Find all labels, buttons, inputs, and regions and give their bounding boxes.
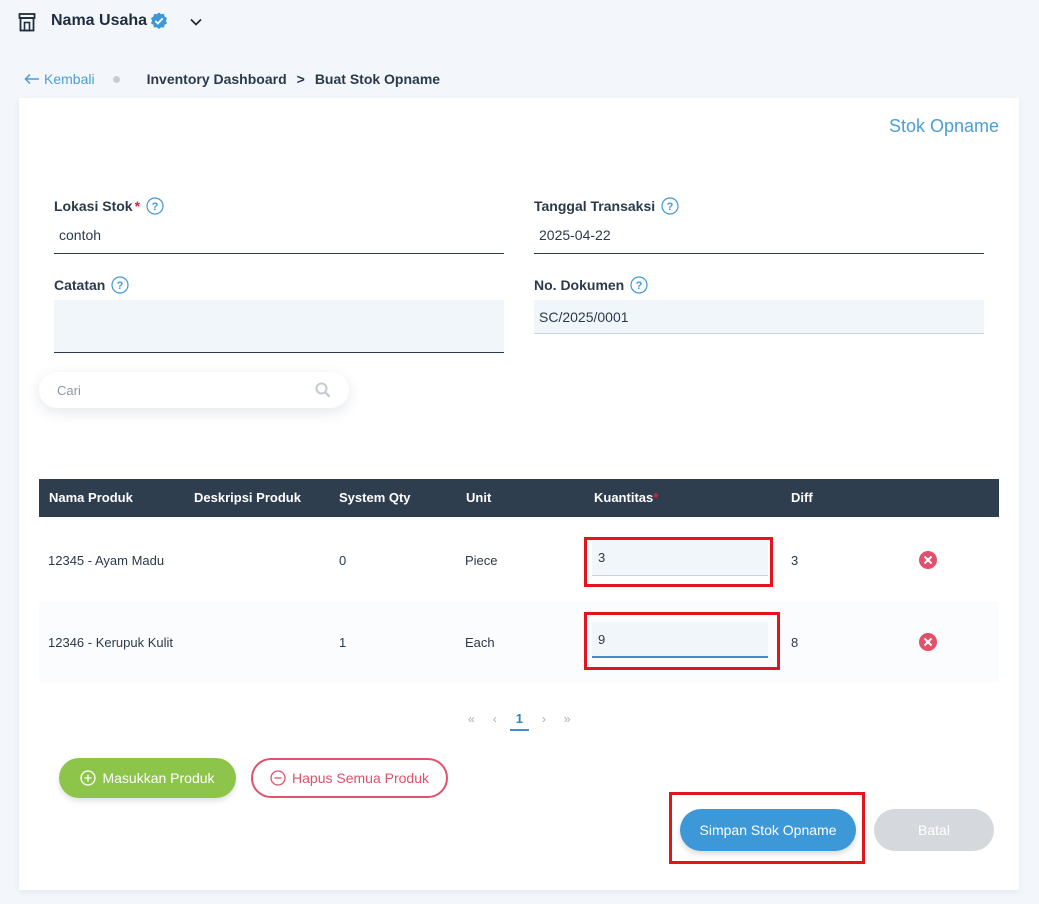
back-link[interactable]: Kembali	[24, 71, 95, 87]
tanggal-label: Tanggal Transaksi ?	[534, 197, 679, 215]
cell-system-qty: 0	[339, 553, 347, 568]
search-placeholder: Cari	[57, 382, 81, 398]
top-bar: Nama Usaha	[0, 0, 1039, 46]
dokumen-label-text: No. Dokumen	[534, 277, 625, 293]
cell-system-qty: 1	[339, 635, 347, 650]
add-product-label: Masukkan Produk	[102, 770, 215, 786]
highlight-box	[584, 612, 780, 670]
chevron-down-icon[interactable]	[188, 14, 204, 30]
col-diff: Diff	[791, 490, 813, 505]
pagination-next[interactable]: ›	[542, 712, 546, 726]
lokasi-stok-field[interactable]: contoh	[54, 216, 504, 254]
remove-row-icon[interactable]	[918, 550, 938, 570]
pagination-first[interactable]: «	[468, 712, 475, 726]
lokasi-label-text: Lokasi Stok	[54, 198, 133, 214]
cancel-button[interactable]: Batal	[874, 809, 994, 851]
table-row: 12346 - Kerupuk Kulit 1 Each 9 8	[39, 601, 999, 683]
col-kuantitas-label: Kuantitas	[594, 490, 654, 505]
page-title: Stok Opname	[888, 116, 999, 136]
no-dokumen-field: SC/2025/0001	[534, 300, 984, 334]
required-mark: *	[653, 490, 659, 505]
pagination-current-page[interactable]: 1	[509, 711, 529, 731]
svg-text:?: ?	[152, 201, 159, 213]
cell-diff: 3	[791, 553, 799, 568]
remove-row-icon[interactable]	[918, 632, 938, 652]
tanggal-transaksi-field[interactable]: 2025-04-22	[534, 216, 984, 254]
arrow-left-icon	[24, 73, 39, 85]
col-unit: Unit	[466, 490, 492, 505]
cell-diff: 8	[791, 635, 799, 650]
breadcrumb-dot	[112, 75, 120, 83]
pagination: « ‹ 1 › »	[459, 708, 580, 731]
col-system-qty: System Qty	[339, 490, 411, 505]
plus-circle-icon	[80, 770, 97, 786]
col-deskripsi: Deskripsi Produk	[194, 490, 301, 505]
breadcrumb-separator: >	[296, 71, 305, 87]
table-row: 12345 - Ayam Madu 0 Piece 3 3	[39, 519, 999, 601]
back-label: Kembali	[44, 71, 95, 87]
minus-circle-icon	[270, 770, 286, 786]
pagination-prev[interactable]: ‹	[493, 712, 497, 726]
business-name[interactable]: Nama Usaha	[51, 12, 147, 30]
help-icon[interactable]: ?	[146, 197, 164, 215]
table-header: Nama Produk Deskripsi Produk System Qty …	[39, 479, 999, 517]
stock-opname-card: Stok Opname Lokasi Stok * ? contoh Tangg…	[19, 98, 1019, 890]
search-icon[interactable]	[315, 382, 331, 398]
remove-all-products-button[interactable]: Hapus Semua Produk	[251, 758, 448, 798]
pagination-last[interactable]: »	[564, 712, 571, 726]
cell-nama-produk: 12345 - Ayam Madu	[48, 553, 165, 568]
remove-all-label: Hapus Semua Produk	[292, 770, 429, 786]
tanggal-label-text: Tanggal Transaksi	[534, 198, 656, 214]
help-icon[interactable]: ?	[111, 276, 129, 294]
cell-unit: Piece	[465, 553, 498, 568]
store-icon	[18, 13, 36, 32]
required-mark: *	[134, 198, 141, 214]
save-stock-opname-button[interactable]: Simpan Stok Opname	[680, 809, 856, 851]
svg-text:?: ?	[667, 201, 674, 213]
svg-text:?: ?	[117, 280, 124, 292]
search-input[interactable]: Cari	[39, 372, 349, 408]
catatan-label-text: Catatan	[54, 277, 106, 293]
cell-unit: Each	[465, 635, 495, 650]
highlight-box	[584, 537, 773, 587]
col-nama-produk: Nama Produk	[49, 490, 133, 505]
dokumen-label: No. Dokumen ?	[534, 276, 648, 294]
help-icon[interactable]: ?	[661, 197, 679, 215]
col-kuantitas: Kuantitas*	[594, 490, 658, 505]
breadcrumb: Kembali Inventory Dashboard > Buat Stok …	[24, 70, 440, 88]
verified-badge-icon	[151, 12, 167, 29]
catatan-label: Catatan ?	[54, 276, 129, 294]
breadcrumb-item-current: Buat Stok Opname	[314, 71, 441, 87]
lokasi-label: Lokasi Stok * ?	[54, 197, 164, 215]
help-icon[interactable]: ?	[630, 276, 648, 294]
cell-nama-produk: 12346 - Kerupuk Kulit	[48, 635, 174, 650]
catatan-textarea[interactable]	[54, 300, 504, 353]
add-product-button[interactable]: Masukkan Produk	[59, 758, 236, 798]
svg-text:?: ?	[636, 280, 643, 292]
breadcrumb-item-dashboard[interactable]: Inventory Dashboard	[147, 71, 287, 87]
